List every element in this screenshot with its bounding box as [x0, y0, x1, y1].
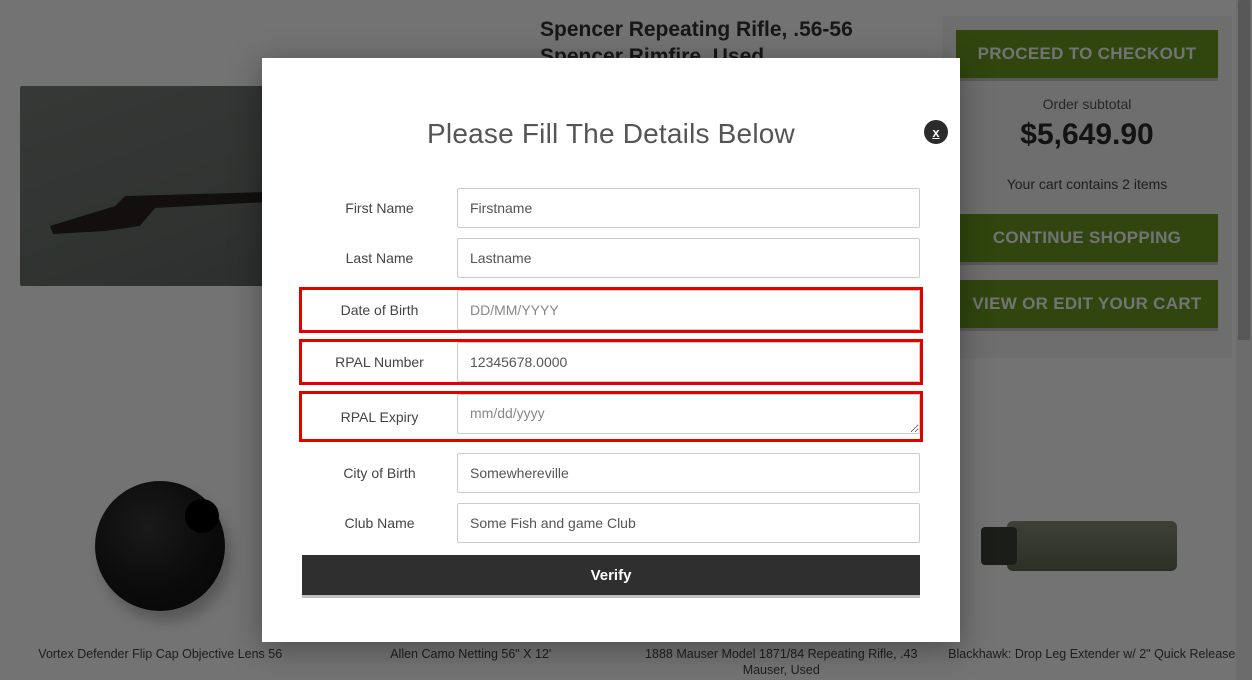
city-of-birth-input[interactable]: [457, 453, 920, 493]
first-name-input[interactable]: [457, 188, 920, 228]
rpal-expiry-label: RPAL Expiry: [302, 394, 457, 439]
rpal-number-input[interactable]: [457, 342, 920, 382]
club-name-row: Club Name: [302, 503, 920, 543]
dob-input[interactable]: [457, 290, 920, 330]
rpal-expiry-input[interactable]: [457, 394, 920, 434]
verify-button[interactable]: Verify: [302, 555, 920, 595]
close-button[interactable]: x: [924, 120, 948, 144]
rpal-expiry-row: RPAL Expiry: [302, 394, 920, 439]
last-name-label: Last Name: [302, 238, 457, 278]
city-of-birth-label: City of Birth: [302, 453, 457, 493]
dob-row: Date of Birth: [302, 290, 920, 330]
first-name-label: First Name: [302, 188, 457, 228]
city-of-birth-row: City of Birth: [302, 453, 920, 493]
details-form: First Name Last Name Date of Birth RPAL …: [262, 188, 960, 543]
dob-label: Date of Birth: [302, 290, 457, 330]
details-modal: x Please Fill The Details Below First Na…: [262, 58, 960, 642]
first-name-row: First Name: [302, 188, 920, 228]
rpal-number-label: RPAL Number: [302, 342, 457, 382]
last-name-row: Last Name: [302, 238, 920, 278]
last-name-input[interactable]: [457, 238, 920, 278]
club-name-input[interactable]: [457, 503, 920, 543]
verify-row: Verify: [302, 555, 920, 595]
club-name-label: Club Name: [302, 503, 457, 543]
rpal-number-row: RPAL Number: [302, 342, 920, 382]
modal-title: Please Fill The Details Below: [262, 118, 960, 150]
